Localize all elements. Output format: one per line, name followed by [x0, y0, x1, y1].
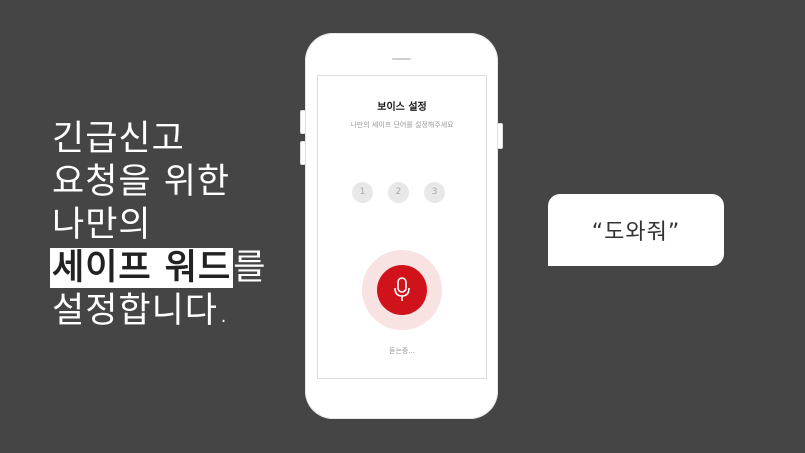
step-indicator-2: 2	[388, 182, 409, 203]
phone-mockup: 보이스 설정 나만의 세이프 단어를 설정해주세요 1 2 3 듣는중...	[300, 33, 503, 419]
headline-line-1: 긴급신고	[52, 119, 185, 159]
microphone-icon	[394, 277, 410, 301]
headline-line-3: 나만의	[52, 205, 152, 245]
headline-line-4: 세이프 워드를	[50, 247, 267, 290]
mic-button[interactable]	[377, 265, 427, 315]
phone-volume-up-button	[300, 110, 306, 134]
mic-halo	[362, 250, 442, 330]
phone-power-button	[497, 123, 503, 149]
headline-line-4-rest: 를	[233, 248, 267, 288]
step-indicator-1: 1	[352, 182, 373, 203]
headline-line-5: 설정합니다.	[52, 291, 231, 331]
headline-highlight: 세이프 워드	[50, 248, 234, 288]
speech-bubble: “도와줘”	[548, 194, 724, 266]
screen-subtitle: 나만의 세이프 단어를 설정해주세요	[350, 121, 454, 129]
phone-volume-down-button	[300, 141, 306, 165]
headline-line-2: 요청을 위한	[52, 162, 231, 202]
screen-title: 보이스 설정	[377, 102, 427, 113]
step-indicator-3: 3	[424, 182, 445, 203]
step-indicators: 1 2 3	[352, 182, 445, 203]
speech-bubble-text: “도와줘”	[591, 220, 681, 245]
listening-status: 듣는중...	[389, 347, 415, 355]
phone-screen: 보이스 설정 나만의 세이프 단어를 설정해주세요 1 2 3 듣는중...	[317, 75, 487, 379]
headline: 긴급신고 요청을 위한 나만의 세이프 워드를 설정합니다.	[50, 118, 267, 333]
phone-speaker	[392, 58, 411, 60]
